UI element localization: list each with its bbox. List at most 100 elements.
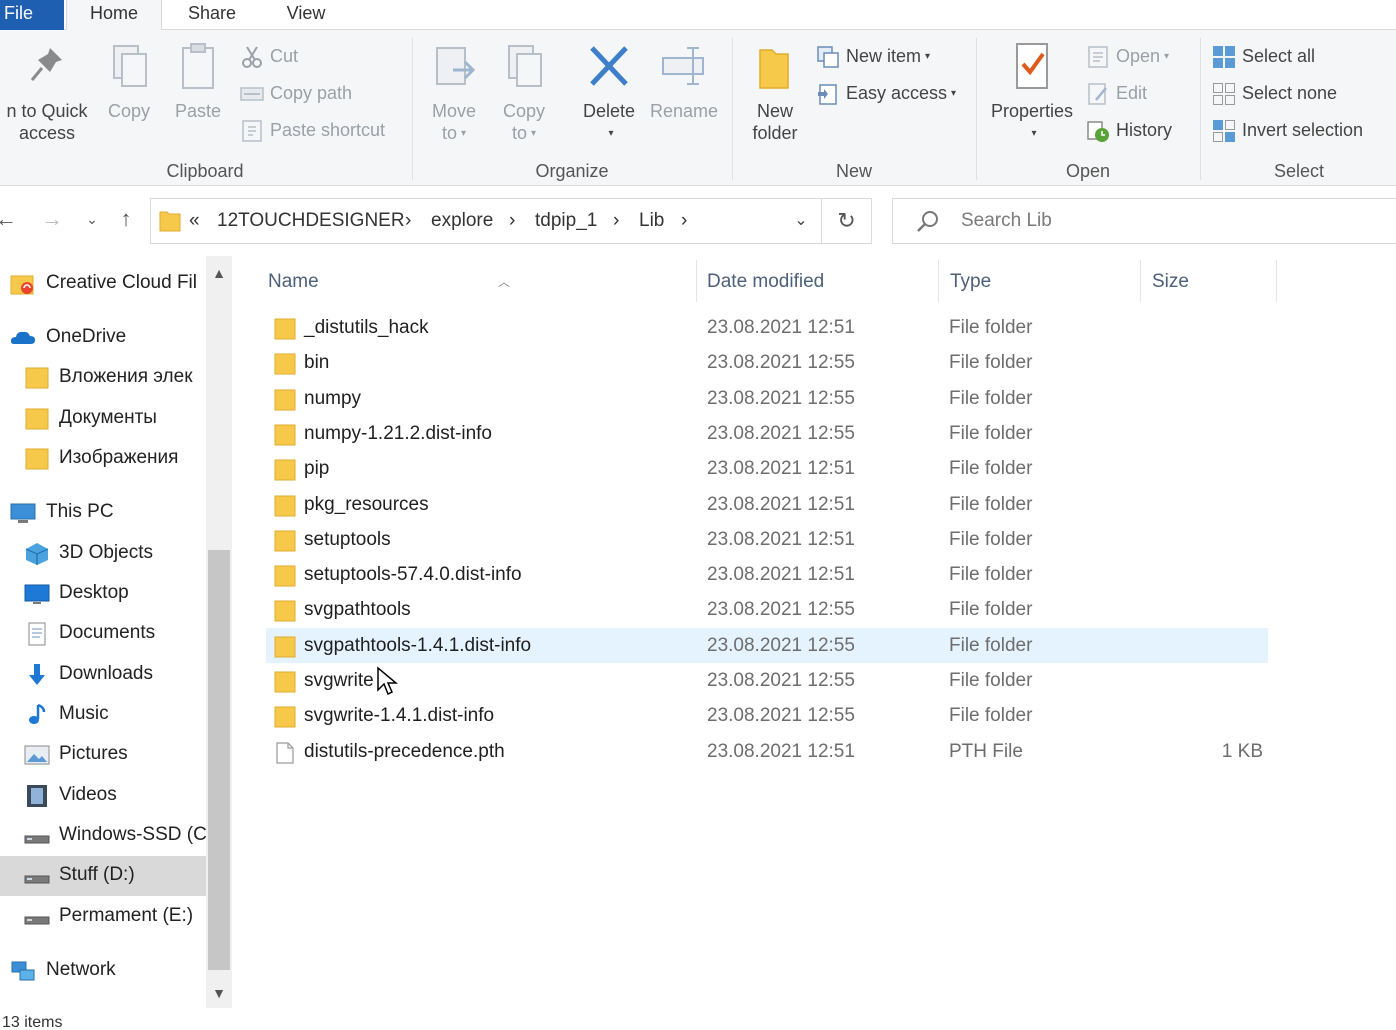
nav-item[interactable]: Music xyxy=(0,695,206,735)
folder-icon xyxy=(274,529,296,552)
breadcrumb-lib[interactable]: Lib xyxy=(639,199,664,243)
pin-to-quick-access-button[interactable]: n to Quick access xyxy=(0,40,94,144)
address-dropdown-chevron-icon[interactable]: ⌄ xyxy=(783,199,819,243)
file-row[interactable]: svgwrite-1.4.1.dist-info 23.08.2021 12:55… xyxy=(266,698,1268,733)
move-to-button[interactable]: Move to ▾ xyxy=(424,40,484,145)
search-box[interactable]: Search Lib xyxy=(892,198,1396,244)
column-divider[interactable] xyxy=(1140,260,1141,302)
open-button[interactable]: Open ▾ xyxy=(1086,42,1169,72)
nav-item-label: Вложения элек xyxy=(59,366,193,387)
scrollbar-thumb[interactable] xyxy=(208,550,230,970)
tab-home[interactable]: Home xyxy=(66,0,162,31)
nav-item[interactable]: 3D Objects xyxy=(0,534,206,574)
file-row[interactable]: svgwrite 23.08.2021 12:55 File folder xyxy=(266,663,1268,698)
nav-item[interactable]: Network xyxy=(0,951,206,991)
breadcrumb-separator[interactable]: › xyxy=(613,199,619,243)
column-header-type[interactable]: Type xyxy=(950,260,1140,304)
file-row[interactable]: numpy 23.08.2021 12:55 File folder xyxy=(266,381,1268,416)
nav-item[interactable]: Documents xyxy=(0,614,206,654)
file-row[interactable]: svgpathtools-1.4.1.dist-info 23.08.2021 1… xyxy=(266,627,1268,663)
column-divider[interactable] xyxy=(1276,260,1277,302)
tab-view[interactable]: View xyxy=(266,0,346,30)
refresh-icon[interactable]: ↻ xyxy=(821,199,871,243)
nav-item[interactable]: Desktop xyxy=(0,574,206,614)
properties-button[interactable]: Properties ▾ xyxy=(986,40,1078,145)
column-divider[interactable] xyxy=(938,260,939,302)
tab-share[interactable]: Share xyxy=(170,0,254,30)
file-row[interactable]: pkg_resources 23.08.2021 12:51 File folder xyxy=(266,487,1268,522)
new-folder-button[interactable]: New folder xyxy=(740,40,810,144)
paste-shortcut-button[interactable]: Paste shortcut xyxy=(240,116,385,146)
nav-item[interactable]: Windows-SSD (C xyxy=(0,816,206,856)
history-button[interactable]: History xyxy=(1086,116,1172,146)
select-all-label: Select all xyxy=(1242,46,1316,66)
file-type: File folder xyxy=(949,352,1033,374)
file-row[interactable]: numpy-1.21.2.dist-info 23.08.2021 12:55 Fi… xyxy=(266,416,1268,451)
rename-button[interactable]: Rename xyxy=(646,40,722,122)
breadcrumb-overflow[interactable]: « xyxy=(189,199,200,243)
file-row[interactable]: svgpathtools 23.08.2021 12:55 File folder xyxy=(266,592,1268,627)
paste-button[interactable]: Paste xyxy=(168,40,228,122)
up-arrow-icon[interactable]: ↑ xyxy=(112,204,140,234)
nav-pane-scrollbar[interactable]: ▲ ▼ xyxy=(206,256,232,1008)
file-row[interactable]: setuptools 23.08.2021 12:51 File folder xyxy=(266,522,1268,557)
easy-access-button[interactable]: Easy access ▾ xyxy=(816,79,956,109)
copy-button[interactable]: Copy xyxy=(100,40,158,122)
file-row[interactable]: pip 23.08.2021 12:51 File folder xyxy=(266,451,1268,486)
file-name: numpy-1.21.2.dist-info xyxy=(304,422,492,444)
nav-item[interactable]: Downloads xyxy=(0,655,206,695)
open-group-label: Open xyxy=(1065,161,1111,181)
forward-arrow-icon[interactable]: → xyxy=(38,204,66,234)
back-arrow-icon[interactable]: ← xyxy=(0,204,20,234)
navigation-pane: Creative Cloud Fil OneDrive Вложения элек Д… xyxy=(0,256,232,1008)
breadcrumb-explore[interactable]: explore xyxy=(431,199,493,243)
nav-item[interactable]: Pictures xyxy=(0,735,206,775)
cut-button[interactable]: Cut xyxy=(240,42,298,72)
recent-locations-chevron-icon[interactable]: ⌄ xyxy=(78,204,106,234)
pin-label-line2: access xyxy=(18,123,76,143)
scroll-up-chevron-icon[interactable]: ▲ xyxy=(206,258,232,288)
tab-file[interactable]: File xyxy=(0,0,64,30)
scroll-down-chevron-icon[interactable]: ▼ xyxy=(206,978,232,1008)
breadcrumb-tdpip-1[interactable]: tdpip_1 xyxy=(535,199,597,243)
edit-button[interactable]: Edit xyxy=(1086,79,1147,109)
file-name: svgpathtools xyxy=(304,599,411,621)
file-row[interactable]: bin 23.08.2021 12:55 File folder xyxy=(266,345,1268,380)
breadcrumb-12touchdesigner[interactable]: 12TOUCHDESIGNER xyxy=(217,199,405,243)
column-header-size[interactable]: Size xyxy=(1152,260,1272,304)
address-bar[interactable]: « 12TOUCHDESIGNER › explore › tdpip_1 › … xyxy=(150,198,872,244)
copy-to-button[interactable]: Copy to ▾ xyxy=(494,40,554,145)
nav-item[interactable]: This PC xyxy=(0,493,206,533)
nav-item[interactable]: Creative Cloud Fil xyxy=(0,264,206,304)
move-to-label-line2: to xyxy=(441,123,457,143)
select-none-button[interactable]: Select none xyxy=(1212,79,1337,109)
file-name: pkg_resources xyxy=(304,493,429,515)
delete-button[interactable]: Delete ▾ xyxy=(576,40,642,145)
nav-item[interactable]: Stuff (D:) xyxy=(0,856,206,896)
copy-path-button[interactable]: Copy path xyxy=(240,79,352,109)
nav-item[interactable]: Videos xyxy=(0,776,206,816)
column-divider[interactable] xyxy=(696,260,697,302)
nav-item[interactable]: Вложения элек xyxy=(0,358,206,398)
file-row[interactable]: _distutils_hack 23.08.2021 12:51 File fold… xyxy=(266,310,1268,345)
nav-item[interactable]: OneDrive xyxy=(0,318,206,358)
file-date-modified: 23.08.2021 12:55 xyxy=(707,634,855,656)
nav-item[interactable]: Документы xyxy=(0,399,206,439)
breadcrumb-separator[interactable]: › xyxy=(681,199,687,243)
column-header-date[interactable]: Date modified xyxy=(707,260,937,304)
file-row[interactable]: setuptools-57.4.0.dist-info 23.08.2021 12… xyxy=(266,557,1268,592)
nav-item[interactable]: Изображения xyxy=(0,439,206,479)
nav-item[interactable]: Permament (E:) xyxy=(0,897,206,937)
breadcrumb-separator[interactable]: › xyxy=(509,199,515,243)
new-item-button[interactable]: New item ▾ xyxy=(816,42,930,72)
properties-icon xyxy=(1016,43,1048,89)
file-type: File folder xyxy=(949,317,1033,338)
select-all-button[interactable]: Select all xyxy=(1212,42,1315,72)
invert-selection-button[interactable]: Invert selection xyxy=(1212,116,1363,146)
breadcrumb-separator[interactable]: › xyxy=(405,199,411,243)
cut-label: Cut xyxy=(270,46,299,66)
column-header-name[interactable]: Name ︿ xyxy=(268,260,688,304)
file-row[interactable]: distutils-precedence.pth 23.08.2021 12:51… xyxy=(266,734,1268,769)
search-input[interactable]: Search Lib xyxy=(961,199,1052,243)
chevron-down-icon: ▾ xyxy=(460,128,467,140)
